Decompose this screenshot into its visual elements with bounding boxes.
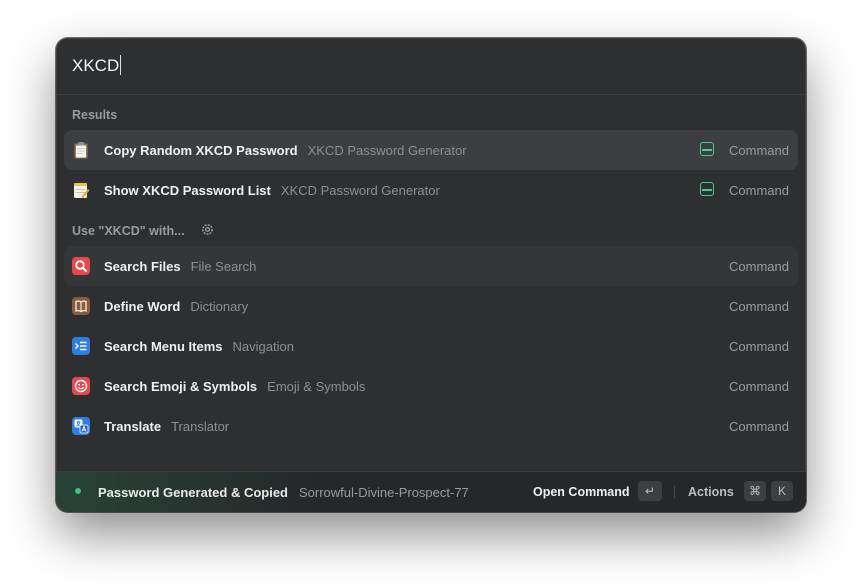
fallback-type: Command: [729, 379, 789, 394]
fallback-title: Search Files File Search: [104, 259, 257, 274]
fallback-title: Search Menu Items Navigation: [104, 339, 294, 354]
toast-message: Sorrowful-Divine-Prospect-77: [299, 485, 469, 500]
search-input[interactable]: XKCD: [72, 55, 122, 76]
fallback-title: Search Emoji & Symbols Emoji & Symbols: [104, 379, 366, 394]
return-key-icon: ↵: [638, 481, 662, 501]
result-subtitle: XKCD Password Generator: [307, 143, 467, 158]
fallback-type: Command: [729, 339, 789, 354]
footer-divider: [674, 486, 675, 498]
result-row-show-password-list[interactable]: Show XKCD Password List XKCD Password Gen…: [64, 170, 798, 210]
fallback-subtitle: Emoji & Symbols: [267, 379, 366, 394]
fallback-subtitle: Dictionary: [190, 299, 249, 314]
menu-list-icon: [72, 337, 90, 355]
result-title: Copy Random XKCD Password XKCD Password G…: [104, 143, 467, 158]
gear-icon[interactable]: [201, 223, 214, 241]
book-icon: [72, 297, 90, 315]
fallback-title: Translate Translator: [104, 419, 230, 434]
clipboard-icon: [72, 141, 90, 159]
result-title: Show XKCD Password List XKCD Password Gen…: [104, 183, 440, 198]
result-type: Command: [729, 183, 789, 198]
fallback-row-search-files[interactable]: Search Files File Search Command: [64, 246, 798, 286]
toast-title: Password Generated & Copied: [98, 485, 288, 500]
fallback-type: Command: [729, 299, 789, 314]
command-key-icon: ⌘: [744, 481, 766, 501]
action-bar: Password Generated & Copied Sorrowful-Di…: [56, 471, 806, 512]
fallback-row-emoji-symbols[interactable]: Search Emoji & Symbols Emoji & Symbols Co…: [64, 366, 798, 406]
actions-button[interactable]: Actions: [688, 485, 734, 499]
open-command-button[interactable]: Open Command: [533, 485, 630, 499]
magnifier-icon: [72, 257, 90, 275]
fallback-subtitle: Translator: [171, 419, 230, 434]
results-section-title: Results: [72, 108, 118, 122]
fallback-type: Command: [729, 419, 789, 434]
fallback-title: Define Word Dictionary: [104, 299, 249, 314]
fallback-type: Command: [729, 259, 789, 274]
fallback-row-translate[interactable]: Translate Translator Command: [64, 406, 798, 446]
result-subtitle: XKCD Password Generator: [280, 183, 440, 198]
success-dot-icon: [75, 488, 81, 494]
fallback-section-title: Use "XKCD" with...: [72, 224, 185, 238]
fallback-subtitle: File Search: [190, 259, 257, 274]
fallback-row-define-word[interactable]: Define Word Dictionary Command: [64, 286, 798, 326]
result-type: Command: [729, 143, 789, 158]
search-query: XKCD: [72, 56, 120, 75]
fallback-row-search-menu-items[interactable]: Search Menu Items Navigation Command: [64, 326, 798, 366]
smiley-icon: [72, 377, 90, 395]
result-row-copy-password[interactable]: Copy Random XKCD Password XKCD Password G…: [64, 130, 798, 170]
notepad-icon: [72, 181, 90, 199]
search-bar[interactable]: XKCD: [56, 38, 806, 95]
text-caret: [120, 55, 122, 75]
store-icon: [700, 142, 714, 156]
k-key: K: [771, 481, 793, 501]
launcher-window: XKCD Results Copy Random XKCD Password XK…: [56, 38, 806, 512]
translate-icon: [72, 417, 90, 435]
fallback-subtitle: Navigation: [232, 339, 294, 354]
store-icon: [700, 182, 714, 196]
